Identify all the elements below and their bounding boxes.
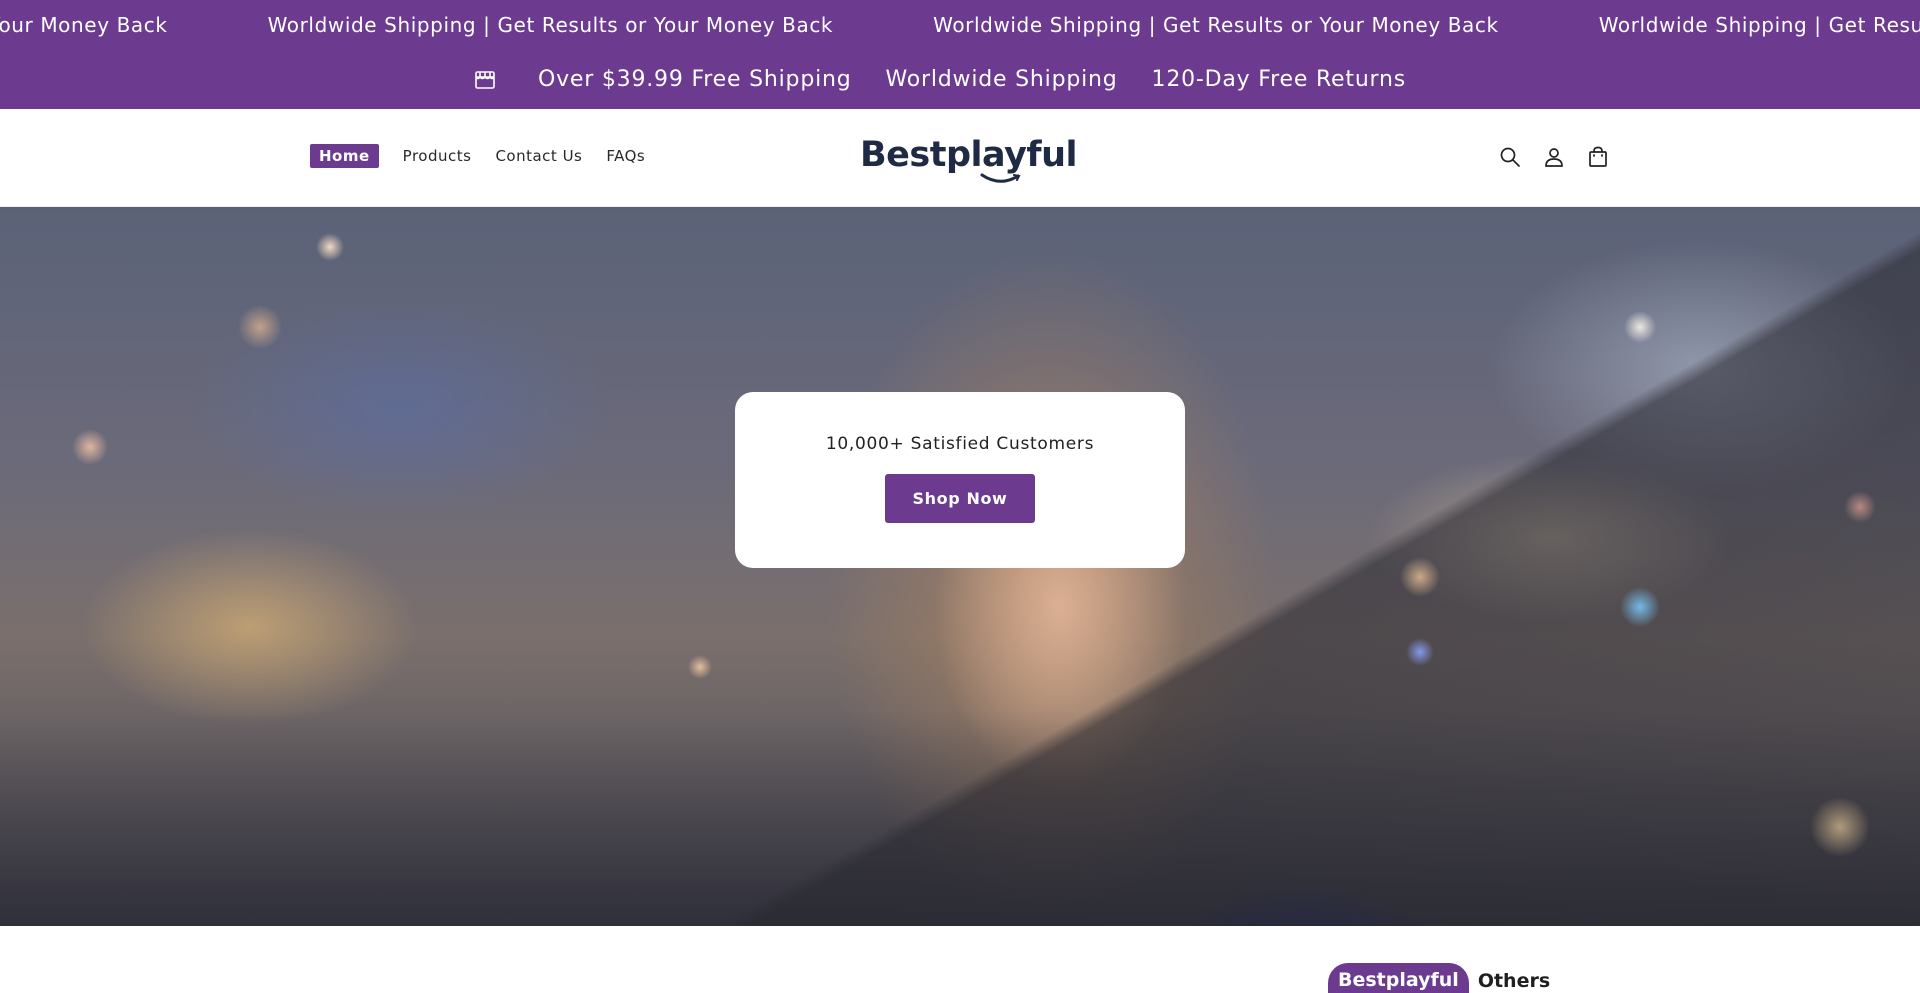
shop-now-button[interactable]: Shop Now: [885, 474, 1035, 523]
header-actions: [1498, 145, 1630, 169]
hero-card: 10,000+ Satisfied Customers Shop Now: [735, 392, 1185, 568]
main-nav: Home Products Contact Us FAQs: [310, 144, 669, 168]
announcement-track: Worldwide Shipping | Get Results or Your…: [0, 0, 1920, 50]
benefit-worldwide-shipping: Worldwide Shipping: [885, 67, 1118, 92]
tab-bestplayful[interactable]: Bestplayful: [1328, 963, 1469, 993]
hero-banner: 10,000+ Satisfied Customers Shop Now: [0, 207, 1920, 926]
nav-faqs[interactable]: FAQs: [606, 147, 645, 165]
benefit-free-shipping: Over $39.99 Free Shipping: [537, 67, 852, 92]
collection-tabs: Bestplayful Others: [1328, 963, 1559, 993]
logo-text: Bestplayful: [860, 135, 1078, 175]
nav-contact-us[interactable]: Contact Us: [495, 147, 582, 165]
benefits-bar: Over $39.99 Free Shipping Worldwide Ship…: [0, 50, 1920, 109]
nav-home[interactable]: Home: [310, 144, 379, 168]
announcement-text: Worldwide Shipping | Get Results or Your…: [933, 13, 1499, 37]
store-icon: [474, 69, 496, 91]
site-header: Home Products Contact Us FAQs Bestplayfu…: [0, 109, 1920, 207]
tab-others[interactable]: Others: [1469, 964, 1559, 993]
benefits-list: Over $39.99 Free Shipping Worldwide Ship…: [474, 50, 1406, 109]
announcement-bar: Worldwide Shipping | Get Results or Your…: [0, 0, 1920, 50]
nav-products[interactable]: Products: [403, 147, 472, 165]
benefit-free-returns: 120-Day Free Returns: [1151, 67, 1407, 92]
search-icon[interactable]: [1498, 145, 1522, 169]
logo-smile-icon: [980, 173, 1021, 183]
site-logo[interactable]: Bestplayful: [860, 135, 1078, 185]
cart-icon[interactable]: [1586, 145, 1610, 169]
announcement-text: Worldwide Shipping | Get Results or Your…: [267, 13, 834, 37]
announcement-text: Worldwide Shipping | Get Results or Your…: [0, 13, 168, 37]
account-icon[interactable]: [1542, 145, 1566, 169]
announcement-text: Worldwide Shipping | Get Results or Your…: [1598, 13, 1920, 37]
hero-subtitle: 10,000+ Satisfied Customers: [825, 434, 1095, 454]
